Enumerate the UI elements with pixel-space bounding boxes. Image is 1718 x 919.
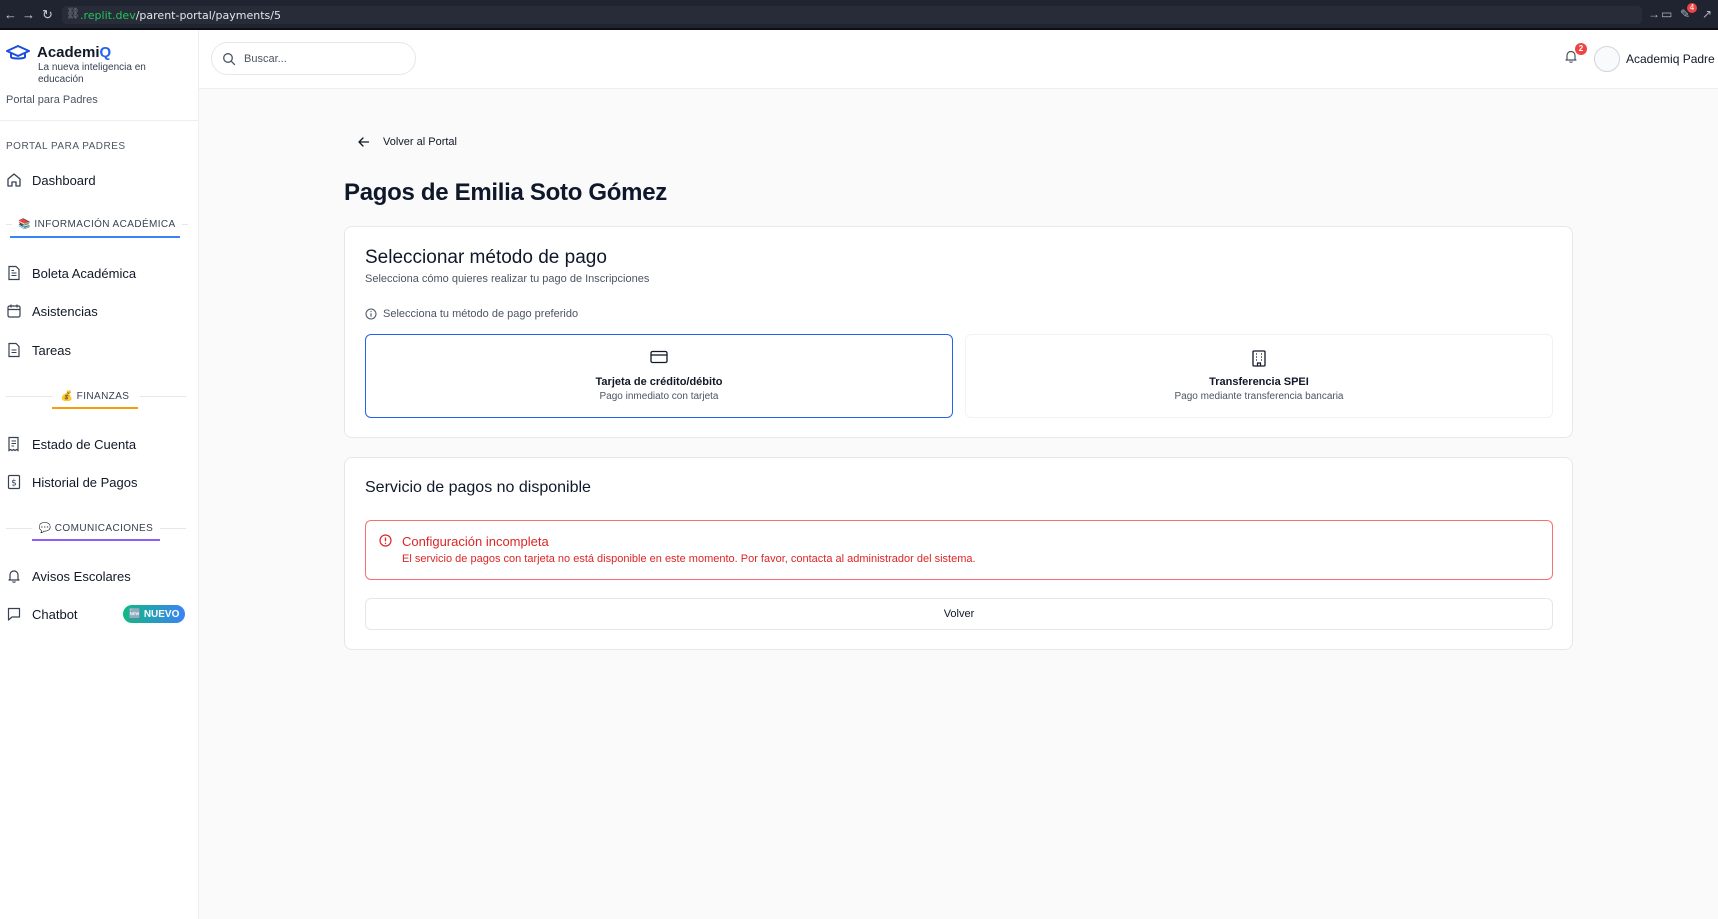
group-line xyxy=(182,224,188,225)
method-card-title: Seleccionar método de pago xyxy=(365,247,607,268)
link-icon: ⛓ xyxy=(66,8,80,20)
group-line xyxy=(6,528,32,529)
brand-name: AcademiQ xyxy=(37,44,111,61)
brand-name-accent: Q xyxy=(99,44,112,61)
alert-circle-icon xyxy=(379,534,392,547)
message-square-icon xyxy=(6,606,22,622)
method-title: Transferencia SPEI xyxy=(1209,376,1309,388)
nuevo-badge: 🆕 NUEVO xyxy=(123,605,185,623)
sidebar-divider xyxy=(0,120,199,121)
alert-message: El servicio de pagos con tarjeta no está… xyxy=(402,553,976,565)
address-bar[interactable]: ⛓ .replit.dev/parent-portal/payments/5 xyxy=(62,6,1642,24)
sidebar-item-label: Chatbot xyxy=(32,606,78,622)
payment-method-card: Seleccionar método de pago Selecciona có… xyxy=(344,226,1573,438)
receipt-icon xyxy=(6,436,22,452)
sidebar-item-label: Avisos Escolares xyxy=(32,568,131,584)
method-card-description: Selecciona cómo quieres realizar tu pago… xyxy=(365,273,650,285)
page-title: Pagos de Emilia Soto Gómez xyxy=(344,179,667,206)
reload-icon[interactable]: ↻ xyxy=(42,7,53,23)
notification-count-badge: 2 xyxy=(1575,43,1587,55)
address-text: .replit.dev/parent-portal/payments/5 xyxy=(80,9,281,22)
method-option-card[interactable]: Tarjeta de crédito/débito Pago inmediato… xyxy=(365,334,953,418)
sidebar-item-label: Estado de Cuenta xyxy=(32,436,137,452)
forward-small-icon[interactable]: → xyxy=(1648,7,1660,21)
home-icon xyxy=(6,172,22,188)
portal-subtitle: Portal para Padres xyxy=(6,94,98,106)
credit-card-icon xyxy=(650,350,668,364)
sidebar-item-label: Boleta Académica xyxy=(32,265,137,281)
search-icon xyxy=(222,52,236,71)
volver-button[interactable]: Volver xyxy=(365,598,1553,630)
bell-icon xyxy=(6,568,22,584)
sidebar-item-avisos[interactable]: Avisos Escolares xyxy=(6,564,186,588)
svg-text:$: $ xyxy=(11,479,17,489)
alert-title: Configuración incompleta xyxy=(402,534,549,549)
sidebar-item-label: Tareas xyxy=(32,342,72,358)
display-icon[interactable]: ▭ xyxy=(1661,7,1672,21)
sidebar-item-dashboard[interactable]: Dashboard xyxy=(6,168,186,192)
sidebar: AcademiQ La nueva inteligencia en educac… xyxy=(0,30,199,919)
sidebar-item-historial-pagos[interactable]: $ Historial de Pagos xyxy=(6,470,186,494)
graduation-cap-icon xyxy=(6,45,30,60)
calendar-icon xyxy=(6,303,22,319)
group-underline-finanzas xyxy=(52,407,138,409)
group-line xyxy=(140,396,186,397)
group-header-finanzas: 💰 FINANZAS xyxy=(60,390,130,402)
service-card-title: Servicio de pagos no disponible xyxy=(365,479,591,496)
sidebar-item-label: Asistencias xyxy=(32,303,98,319)
sidebar-item-tareas[interactable]: Tareas xyxy=(6,338,186,362)
sidebar-item-estado-cuenta[interactable]: Estado de Cuenta xyxy=(6,432,186,456)
brand-name-main: Academi xyxy=(37,44,100,61)
error-alert: Configuración incompleta El servicio de … xyxy=(365,520,1553,580)
arrow-left-icon xyxy=(357,136,370,148)
sidebar-item-label: Dashboard xyxy=(32,172,96,188)
document-icon xyxy=(6,265,22,281)
address-domain: .replit.dev xyxy=(80,9,136,22)
sidebar-item-boleta[interactable]: Boleta Académica xyxy=(6,261,186,285)
file-text-icon xyxy=(6,342,22,358)
avatar[interactable] xyxy=(1594,46,1620,72)
service-unavailable-card: Servicio de pagos no disponible Configur… xyxy=(344,457,1573,650)
info-icon xyxy=(365,308,377,320)
group-line xyxy=(6,396,52,397)
open-external-icon[interactable]: ↗ xyxy=(1702,7,1712,21)
sidebar-section-label: PORTAL PARA PADRES xyxy=(6,141,126,152)
building-icon xyxy=(1252,350,1266,367)
sidebar-item-label: Historial de Pagos xyxy=(32,474,138,490)
back-to-portal-link[interactable]: Volver al Portal xyxy=(357,136,457,148)
group-header-comunicaciones: 💬 COMUNICACIONES xyxy=(38,522,154,534)
method-subtitle: Pago mediante transferencia bancaria xyxy=(1174,391,1344,402)
group-underline-academic xyxy=(10,236,180,238)
method-title: Tarjeta de crédito/débito xyxy=(595,376,723,388)
method-hint-text: Selecciona tu método de pago preferido xyxy=(383,308,579,320)
brand-tagline: La nueva inteligencia en educación xyxy=(38,62,146,85)
method-hint: Selecciona tu método de pago preferido xyxy=(365,308,578,320)
group-header-academic: 📚 INFORMACIÓN ACADÉMICA xyxy=(18,218,176,230)
group-line xyxy=(160,528,186,529)
browser-toolbar: ← → ↻ ⛓ .replit.dev/parent-portal/paymen… xyxy=(0,0,1718,30)
search-box[interactable] xyxy=(211,42,416,75)
back-arrow-icon[interactable]: ← xyxy=(4,7,17,23)
address-path: /parent-portal/payments/5 xyxy=(135,9,281,22)
top-header: 2 Academiq Padre xyxy=(199,30,1718,89)
search-input[interactable] xyxy=(244,50,409,68)
back-link-label: Volver al Portal xyxy=(383,136,457,148)
forward-arrow-icon[interactable]: → xyxy=(22,7,35,23)
group-underline-comunicaciones xyxy=(32,539,160,541)
sidebar-item-asistencias[interactable]: Asistencias xyxy=(6,299,186,323)
user-name[interactable]: Academiq Padre xyxy=(1626,52,1715,66)
method-subtitle: Pago inmediato con tarjeta xyxy=(599,391,719,402)
extension-badge: 4 xyxy=(1687,3,1697,13)
dollar-document-icon: $ xyxy=(6,474,22,490)
method-option-spei[interactable]: Transferencia SPEI Pago mediante transfe… xyxy=(965,334,1553,418)
